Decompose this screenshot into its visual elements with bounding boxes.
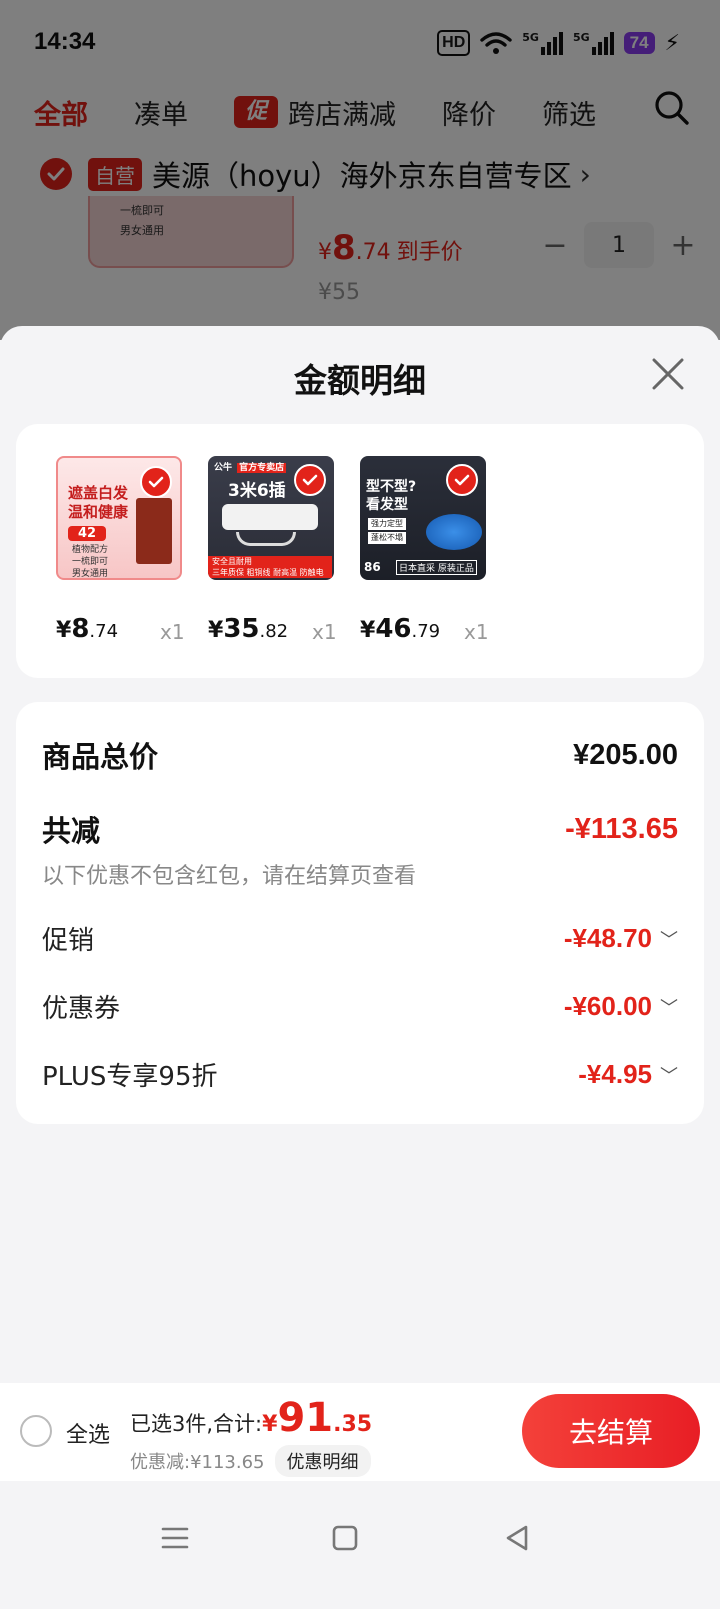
discount-value: -¥4.95 ﹀: [578, 1059, 678, 1089]
total-price-label: 商品总价: [42, 740, 159, 774]
check-icon: [140, 466, 172, 498]
item-quantity: x1: [464, 620, 489, 644]
discount-label: PLUS专享95折: [42, 1062, 218, 1092]
check-icon: [446, 464, 478, 496]
menu-icon[interactable]: [160, 1523, 190, 1553]
chevron-down-icon: ﹀: [660, 997, 678, 1018]
item-thumbnail[interactable]: 遮盖白发 温和健康 42 植物配方 一梳即可 男女通用: [56, 456, 182, 580]
close-icon[interactable]: [650, 356, 686, 392]
reduction-note: 以下优惠不包含红包，请在结算页查看: [42, 864, 417, 889]
discount-row-coupon[interactable]: 优惠券 -¥60.00 ﹀: [42, 988, 678, 1025]
total-price-row: 商品总价 ¥205.00: [42, 734, 678, 776]
selected-items-card: 遮盖白发 温和健康 42 植物配方 一梳即可 男女通用 ¥8.74 x1 公牛 …: [16, 424, 704, 678]
total-reduction-row: 共减 -¥113.65: [42, 808, 678, 850]
discount-row-plus[interactable]: PLUS专享95折 -¥4.95 ﹀: [42, 1056, 678, 1093]
check-icon: [294, 464, 326, 496]
total-price-value: ¥205.00: [573, 738, 678, 771]
total-reduction-value: -¥113.65: [565, 812, 678, 845]
price-summary-card: 商品总价 ¥205.00 共减 -¥113.65 以下优惠不包含红包，请在结算页…: [16, 702, 704, 1124]
selected-total: 已选3件,合计: ¥ 91 .35: [130, 1395, 373, 1441]
discount-value: -¥48.70 ﹀: [563, 923, 678, 953]
discount-detail-button[interactable]: 优惠明细: [274, 1445, 371, 1477]
system-nav-bar: [0, 1481, 720, 1609]
item-thumbnail[interactable]: 型不型? 看发型 强力定型 蓬松不塌 86 日本直采 原装正品: [360, 456, 486, 580]
back-icon[interactable]: [502, 1523, 532, 1553]
amount-detail-sheet: 金额明细 遮盖白发 温和健康 42 植物配方 一梳即可 男女通用 ¥ 8 .74…: [0, 326, 720, 1383]
item-quantity: x1: [160, 620, 185, 644]
checkout-button[interactable]: 去结算: [522, 1394, 700, 1468]
chevron-down-icon: ﹀: [660, 929, 678, 950]
discount-row-promotion[interactable]: 促销 -¥48.70 ﹀: [42, 920, 678, 957]
checkout-bar: 全选 已选3件,合计: ¥ 91 .35 优惠减:¥113.65 优惠明细 去结…: [0, 1383, 720, 1481]
total-reduction-label: 共减: [42, 814, 101, 848]
chevron-down-icon: ﹀: [660, 1065, 678, 1086]
home-icon[interactable]: [330, 1523, 360, 1553]
item-quantity: x1: [312, 620, 337, 644]
sheet-title: 金额明细: [294, 361, 426, 400]
item-thumbnail[interactable]: 公牛 官方专卖店 3米6插 安全且耐用 三年质保 粗铜线 耐高温 防触电: [208, 456, 334, 580]
select-all-label[interactable]: 全选: [66, 1417, 110, 1449]
item-price: ¥46.79: [360, 614, 441, 644]
discount-label: 优惠券: [42, 994, 121, 1024]
item-price: ¥8.74: [56, 614, 119, 644]
discount-label: 促销: [42, 926, 95, 956]
item-price: ¥35.82: [208, 614, 289, 644]
discount-value: -¥60.00 ﹀: [563, 991, 678, 1021]
select-all-checkbox[interactable]: [20, 1415, 52, 1447]
dim-overlay[interactable]: [0, 0, 720, 340]
discount-summary: 优惠减:¥113.65 优惠明细: [130, 1445, 371, 1477]
